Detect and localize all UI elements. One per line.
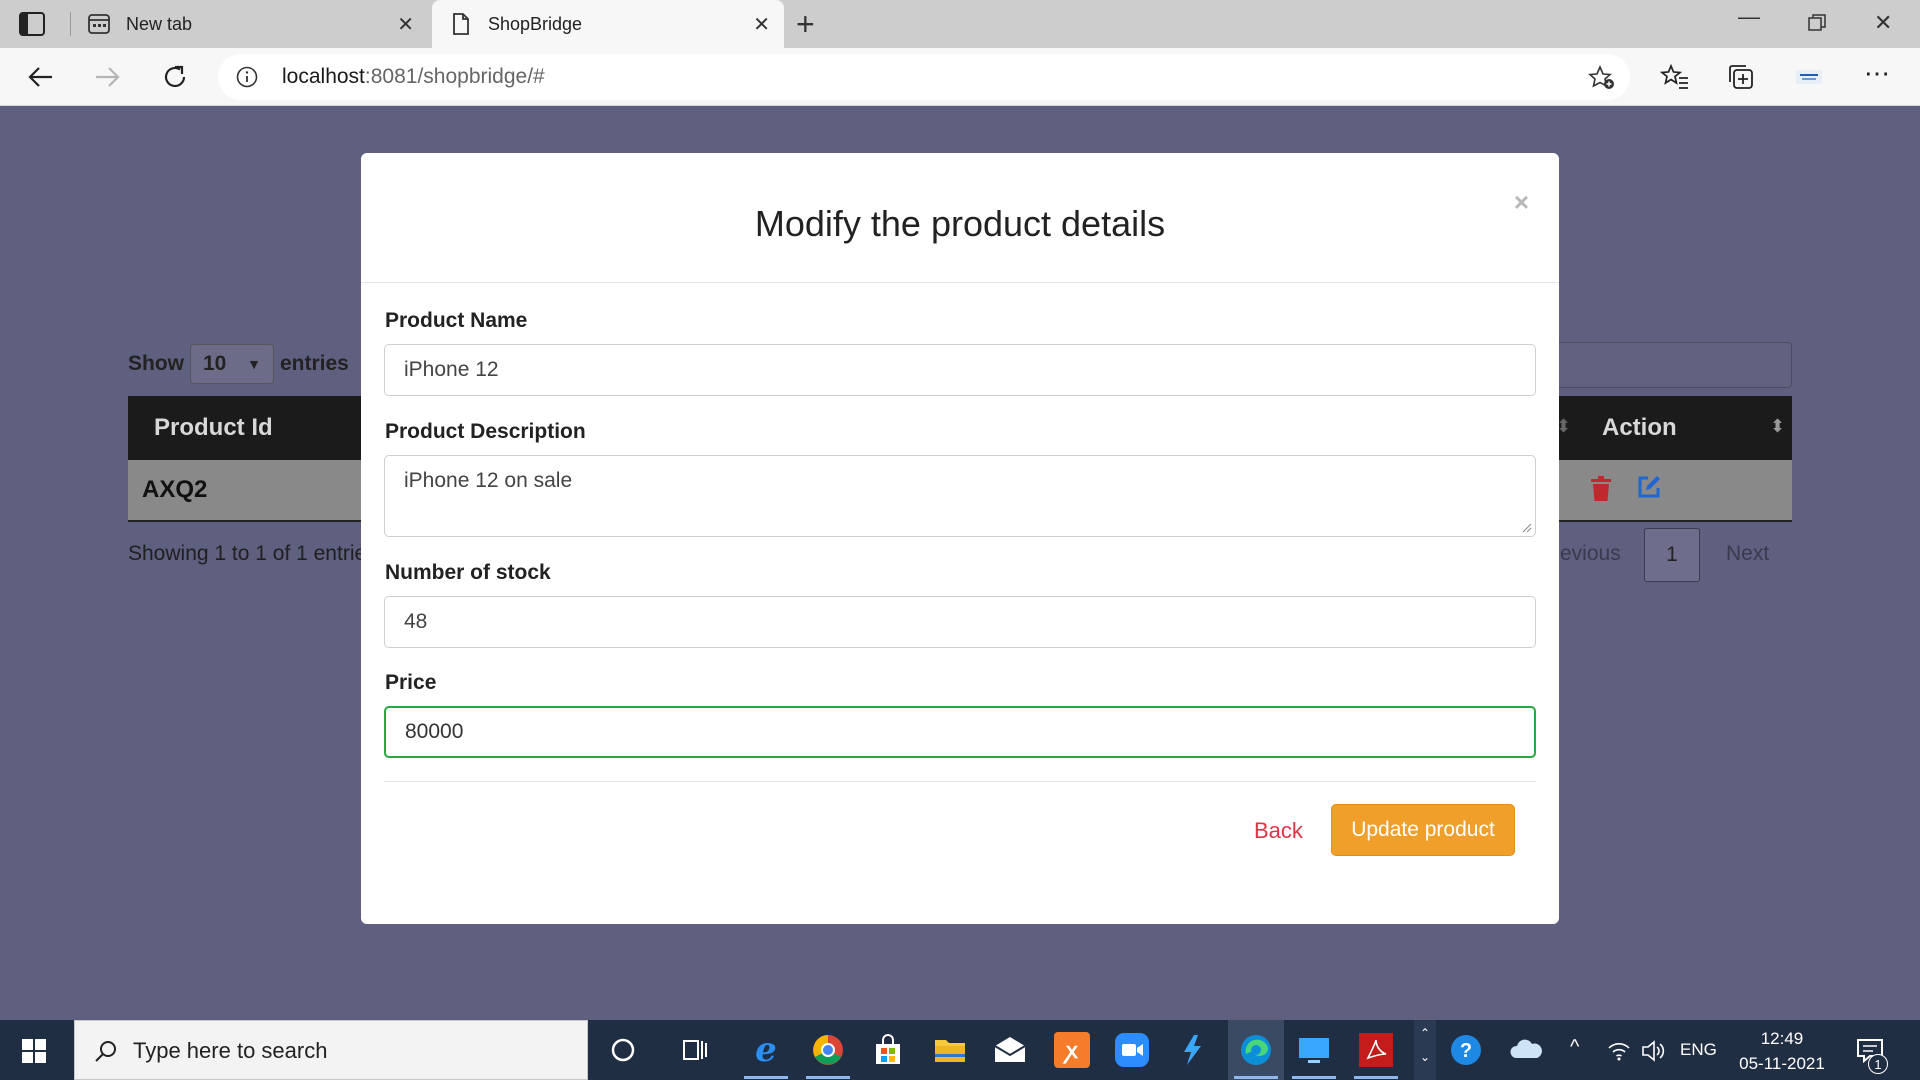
- resize-handle-icon[interactable]: [1522, 523, 1532, 533]
- url-path: :8081/shopbridge/#: [364, 65, 545, 88]
- more-options-icon[interactable]: ⋯: [1864, 60, 1894, 92]
- refresh-icon[interactable]: [160, 62, 190, 92]
- profile-avatar-icon[interactable]: [1794, 62, 1824, 92]
- trash-icon[interactable]: [1590, 476, 1612, 502]
- language-indicator[interactable]: ENG: [1680, 1040, 1717, 1060]
- minimize-icon[interactable]: —: [1738, 4, 1760, 30]
- close-tab-icon[interactable]: ✕: [753, 12, 770, 37]
- acrobat-icon[interactable]: [1358, 1032, 1394, 1068]
- next-page-link[interactable]: Next: [1726, 542, 1769, 566]
- show-hidden-icons-icon[interactable]: ^: [1570, 1036, 1579, 1059]
- show-label: Show: [128, 352, 184, 375]
- entries-length-control: Show 10 ▼ entries: [128, 344, 349, 384]
- entries-select[interactable]: 10 ▼: [190, 344, 274, 384]
- favorites-icon[interactable]: [1660, 62, 1690, 92]
- onedrive-cloud-icon[interactable]: [1508, 1032, 1544, 1068]
- tab-label: New tab: [126, 14, 193, 34]
- search-placeholder: Type here to search: [133, 1038, 328, 1063]
- entries-label: entries: [280, 352, 349, 375]
- previous-page-link[interactable]: evious: [1560, 542, 1621, 566]
- stock-label: Number of stock: [385, 561, 551, 584]
- new-tab-page-icon: [88, 14, 110, 34]
- system-clock[interactable]: 12:49 05-11-2021: [1720, 1026, 1844, 1076]
- internet-explorer-icon[interactable]: e: [748, 1030, 784, 1070]
- restore-icon[interactable]: [1808, 14, 1826, 32]
- running-indicator: [1354, 1076, 1398, 1079]
- sort-icon[interactable]: ⬍: [1770, 416, 1785, 437]
- notification-count-badge: 1: [1868, 1054, 1888, 1074]
- new-tab-plus-icon[interactable]: +: [796, 6, 815, 42]
- xampp-icon[interactable]: ꭗ: [1054, 1032, 1090, 1068]
- task-view-icon[interactable]: [677, 1032, 713, 1068]
- tab-label: ShopBridge: [488, 14, 583, 34]
- site-info-icon[interactable]: [236, 66, 258, 88]
- running-indicator: [806, 1076, 850, 1079]
- url-text[interactable]: localhost:8081/shopbridge/#: [282, 65, 545, 89]
- taskbar-overflow-scroller[interactable]: ⌃ ⌄: [1414, 1020, 1436, 1080]
- back-button[interactable]: Back: [1254, 818, 1303, 844]
- edit-product-modal: × Modify the product details Product Nam…: [361, 153, 1559, 924]
- tab-shopbridge[interactable]: ShopBridge ✕: [432, 0, 784, 48]
- wifi-icon[interactable]: [1606, 1038, 1632, 1064]
- chevron-down-icon[interactable]: ⌄: [1414, 1050, 1436, 1064]
- column-action[interactable]: Action: [1602, 414, 1677, 442]
- browser-nav-bar: localhost:8081/shopbridge/# ⋯: [0, 48, 1920, 106]
- chevron-down-icon: ▼: [247, 356, 261, 372]
- help-icon[interactable]: ?: [1448, 1032, 1484, 1068]
- taskbar-search-box[interactable]: Type here to search: [74, 1020, 588, 1080]
- chevron-up-icon[interactable]: ⌃: [1414, 1026, 1436, 1040]
- browser-tab-bar: New tab ✕ ShopBridge ✕ + — ✕: [0, 0, 1920, 48]
- svg-text:?: ?: [1460, 1040, 1472, 1062]
- close-window-icon[interactable]: ✕: [1874, 10, 1892, 36]
- microsoft-store-icon[interactable]: [870, 1032, 906, 1068]
- table-info: Showing 1 to 1 of 1 entrie: [128, 542, 367, 565]
- volume-icon[interactable]: [1640, 1038, 1666, 1064]
- product-description-label: Product Description: [385, 420, 586, 443]
- page-icon: [453, 13, 469, 35]
- product-name-label: Product Name: [385, 309, 528, 332]
- running-indicator: [1292, 1076, 1336, 1079]
- running-indicator: [744, 1076, 788, 1079]
- address-bar[interactable]: localhost:8081/shopbridge/#: [218, 54, 1630, 100]
- collections-icon[interactable]: [1726, 62, 1756, 92]
- column-product-id[interactable]: Product Id: [154, 414, 273, 442]
- close-tab-icon[interactable]: ✕: [397, 12, 414, 37]
- price-label: Price: [385, 671, 437, 694]
- add-favorite-icon[interactable]: [1588, 65, 1616, 91]
- product-description-textarea[interactable]: iPhone 12 on sale: [384, 455, 1536, 537]
- product-name-input[interactable]: iPhone 12: [384, 344, 1536, 396]
- windows-start-icon[interactable]: [22, 1039, 46, 1063]
- tab-actions-icon[interactable]: [18, 11, 46, 37]
- page-number-button[interactable]: 1: [1644, 528, 1700, 582]
- mail-icon[interactable]: [992, 1032, 1028, 1068]
- edge-icon[interactable]: [1238, 1032, 1274, 1068]
- clock-time: 12:49: [1760, 1029, 1804, 1048]
- url-host: localhost: [282, 65, 365, 88]
- entries-value: 10: [203, 352, 227, 375]
- price-input[interactable]: 80000: [384, 706, 1536, 758]
- forward-arrow-icon[interactable]: [92, 62, 122, 92]
- modal-header-divider: [361, 282, 1559, 283]
- running-indicator: [1234, 1076, 1278, 1079]
- cortana-icon[interactable]: [605, 1032, 641, 1068]
- file-explorer-icon[interactable]: [932, 1032, 968, 1068]
- description-text: iPhone 12 on sale: [404, 469, 573, 492]
- windows-taskbar: Type here to search e ꭗ ⌃ ⌄ ? ^ ENG 12:4…: [0, 1020, 1920, 1080]
- tab-new-tab[interactable]: New tab ✕: [70, 0, 428, 48]
- table-search-input[interactable]: [1540, 342, 1792, 388]
- clock-date: 05-11-2021: [1739, 1054, 1825, 1073]
- update-product-button[interactable]: Update product: [1331, 804, 1515, 856]
- stock-input[interactable]: 48: [384, 596, 1536, 648]
- zoom-icon[interactable]: [1114, 1032, 1150, 1068]
- back-arrow-icon[interactable]: [26, 62, 56, 92]
- modal-footer-divider: [384, 781, 1536, 782]
- spring-tool-icon[interactable]: [1174, 1032, 1210, 1068]
- chrome-icon[interactable]: [810, 1032, 846, 1068]
- edit-icon[interactable]: [1636, 474, 1662, 500]
- cell-product-id: AXQ2: [142, 476, 208, 503]
- search-icon: [95, 1041, 116, 1062]
- remote-desktop-icon[interactable]: [1296, 1032, 1332, 1068]
- modal-title: Modify the product details: [754, 203, 1166, 244]
